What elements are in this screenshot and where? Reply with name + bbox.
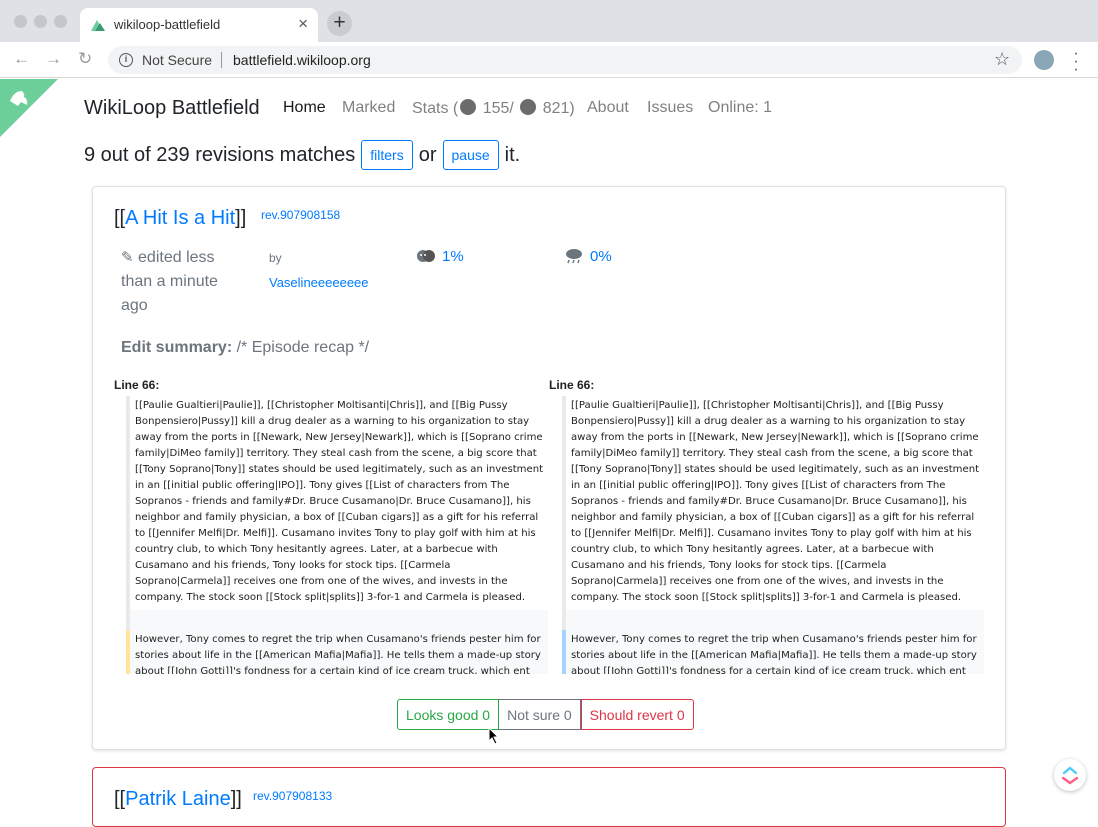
looks-good-button[interactable]: Looks good 0 bbox=[397, 699, 500, 730]
diff-left-column[interactable]: [[Paulie Gualtieri|Paulie]], [[Christoph… bbox=[126, 396, 548, 674]
article-link-2[interactable]: Patrik Laine bbox=[125, 788, 231, 810]
editor-username-link[interactable]: Vaselineeeeeeee bbox=[269, 275, 369, 290]
address-bar[interactable]: i Not Secure battlefield.wikiloop.org bbox=[108, 46, 1022, 74]
title-bracket-open: [[ bbox=[114, 207, 126, 229]
edit-time: ✎ edited less than a minute ago bbox=[121, 246, 233, 318]
window-close-dot[interactable] bbox=[14, 15, 27, 28]
mouse-cursor-icon bbox=[488, 727, 500, 745]
forward-arrow-icon[interactable]: → bbox=[45, 50, 62, 68]
tab-close-icon[interactable]: × bbox=[298, 15, 308, 32]
diff-left-line-label: Line 66: bbox=[114, 378, 160, 392]
badfaith-score-value[interactable]: 1% bbox=[442, 248, 464, 265]
security-label[interactable]: Not Secure bbox=[142, 52, 212, 68]
results-heading: 9 out of 239 revisions matches filters o… bbox=[84, 140, 520, 170]
nav-stats[interactable]: Stats ( 155/ 821) bbox=[412, 99, 575, 118]
diff-right-column[interactable]: [[Paulie Gualtieri|Paulie]], [[Christoph… bbox=[562, 396, 984, 674]
diff-left-context: [[Paulie Gualtieri|Paulie]], [[Christoph… bbox=[126, 396, 548, 610]
nav-about[interactable]: About bbox=[587, 99, 629, 117]
nav-issues[interactable]: Issues bbox=[647, 99, 693, 117]
edit-summary-label: Edit summary: bbox=[121, 339, 233, 356]
wikiloop-favicon-icon bbox=[91, 20, 105, 31]
diff-right-line-label: Line 66: bbox=[549, 378, 595, 392]
diff-right-spacer bbox=[562, 610, 984, 630]
browser-tab-strip: wikiloop-battlefield × + bbox=[0, 0, 1098, 42]
browser-toolbar: ← → ↻ i Not Secure battlefield.wikiloop.… bbox=[0, 42, 1098, 78]
theater-masks-icon bbox=[417, 250, 435, 262]
tab-title: wikiloop-battlefield bbox=[114, 17, 221, 32]
clickup-floating-icon[interactable] bbox=[1054, 759, 1086, 791]
not-sure-button[interactable]: Not sure 0 bbox=[499, 699, 581, 730]
diff-left-deleted: However, Tony comes to regret the trip w… bbox=[126, 630, 548, 674]
damaging-score: 0% bbox=[564, 248, 612, 265]
revision-title-2: [[Patrik Laine]] bbox=[114, 788, 242, 811]
window-zoom-dot[interactable] bbox=[54, 15, 67, 28]
revision-card-2: [[Patrik Laine]] rev.907908133 bbox=[92, 767, 1006, 827]
profile-avatar[interactable] bbox=[1034, 50, 1054, 70]
title2-bracket-open: [[ bbox=[114, 788, 126, 810]
page: WikiLoop Battlefield Home Marked Stats (… bbox=[0, 79, 1098, 827]
info-icon[interactable]: i bbox=[119, 53, 133, 67]
revision-card: [[A Hit Is a Hit]] rev.907908158 ✎ edite… bbox=[92, 186, 1006, 750]
filters-button[interactable]: filters bbox=[361, 140, 413, 170]
title2-bracket-close: ]] bbox=[230, 788, 242, 810]
github-corner-badge-icon[interactable] bbox=[0, 79, 58, 137]
diff-left-spacer bbox=[126, 610, 548, 630]
stats-count-total: 821) bbox=[542, 100, 575, 117]
judgement-button-group: Looks good 0 Not sure 0 Should revert 0 bbox=[397, 699, 694, 730]
or-text: or bbox=[418, 143, 437, 166]
browser-menu-icon[interactable]: · · · bbox=[1070, 46, 1082, 78]
nav-online: Online: 1 bbox=[708, 99, 773, 116]
nav-home[interactable]: Home bbox=[283, 99, 326, 117]
url-divider bbox=[221, 52, 222, 68]
pause-button[interactable]: pause bbox=[442, 140, 499, 170]
damaging-score-value[interactable]: 0% bbox=[590, 248, 612, 265]
edit-time-text: edited less than a minute ago bbox=[121, 249, 218, 314]
new-tab-button[interactable]: + bbox=[327, 11, 352, 36]
nav-marked[interactable]: Marked bbox=[342, 99, 395, 117]
pencil-icon: ✎ bbox=[121, 249, 134, 266]
browser-tab[interactable]: wikiloop-battlefield × bbox=[80, 8, 318, 42]
back-arrow-icon[interactable]: ← bbox=[13, 50, 30, 68]
window-minimize-dot[interactable] bbox=[34, 15, 47, 28]
title-bracket-close: ]] bbox=[235, 207, 247, 229]
article-link[interactable]: A Hit Is a Hit bbox=[125, 207, 235, 229]
results-count-text: 9 out of 239 revisions matches bbox=[84, 143, 356, 166]
edit-summary-text: /* Episode recap */ bbox=[236, 339, 370, 356]
it-text: it. bbox=[504, 143, 521, 166]
badfaith-score: 1% bbox=[416, 248, 464, 265]
diff-right-context: [[Paulie Gualtieri|Paulie]], [[Christoph… bbox=[562, 396, 984, 610]
revision-id-link-2[interactable]: rev.907908133 bbox=[253, 789, 332, 803]
should-revert-button[interactable]: Should revert 0 bbox=[580, 699, 694, 730]
revision-title: [[A Hit Is a Hit]] bbox=[114, 207, 246, 230]
stats-label: Stats ( bbox=[412, 100, 459, 117]
smiley-icon bbox=[460, 99, 477, 115]
reload-icon[interactable]: ↻ bbox=[78, 50, 92, 68]
cloud-rain-icon bbox=[566, 249, 582, 264]
edit-summary: Edit summary: /* Episode recap */ bbox=[121, 339, 369, 357]
by-label: by bbox=[269, 251, 282, 265]
diff-right-added: However, Tony comes to regret the trip w… bbox=[562, 630, 984, 674]
url-text[interactable]: battlefield.wikiloop.org bbox=[233, 52, 371, 68]
globe-icon bbox=[520, 99, 537, 115]
stats-count-user: 155/ bbox=[482, 100, 514, 117]
brand-title[interactable]: WikiLoop Battlefield bbox=[84, 97, 260, 120]
bookmark-star-icon[interactable]: ☆ bbox=[994, 49, 1010, 70]
revision-id-link[interactable]: rev.907908158 bbox=[261, 208, 340, 222]
